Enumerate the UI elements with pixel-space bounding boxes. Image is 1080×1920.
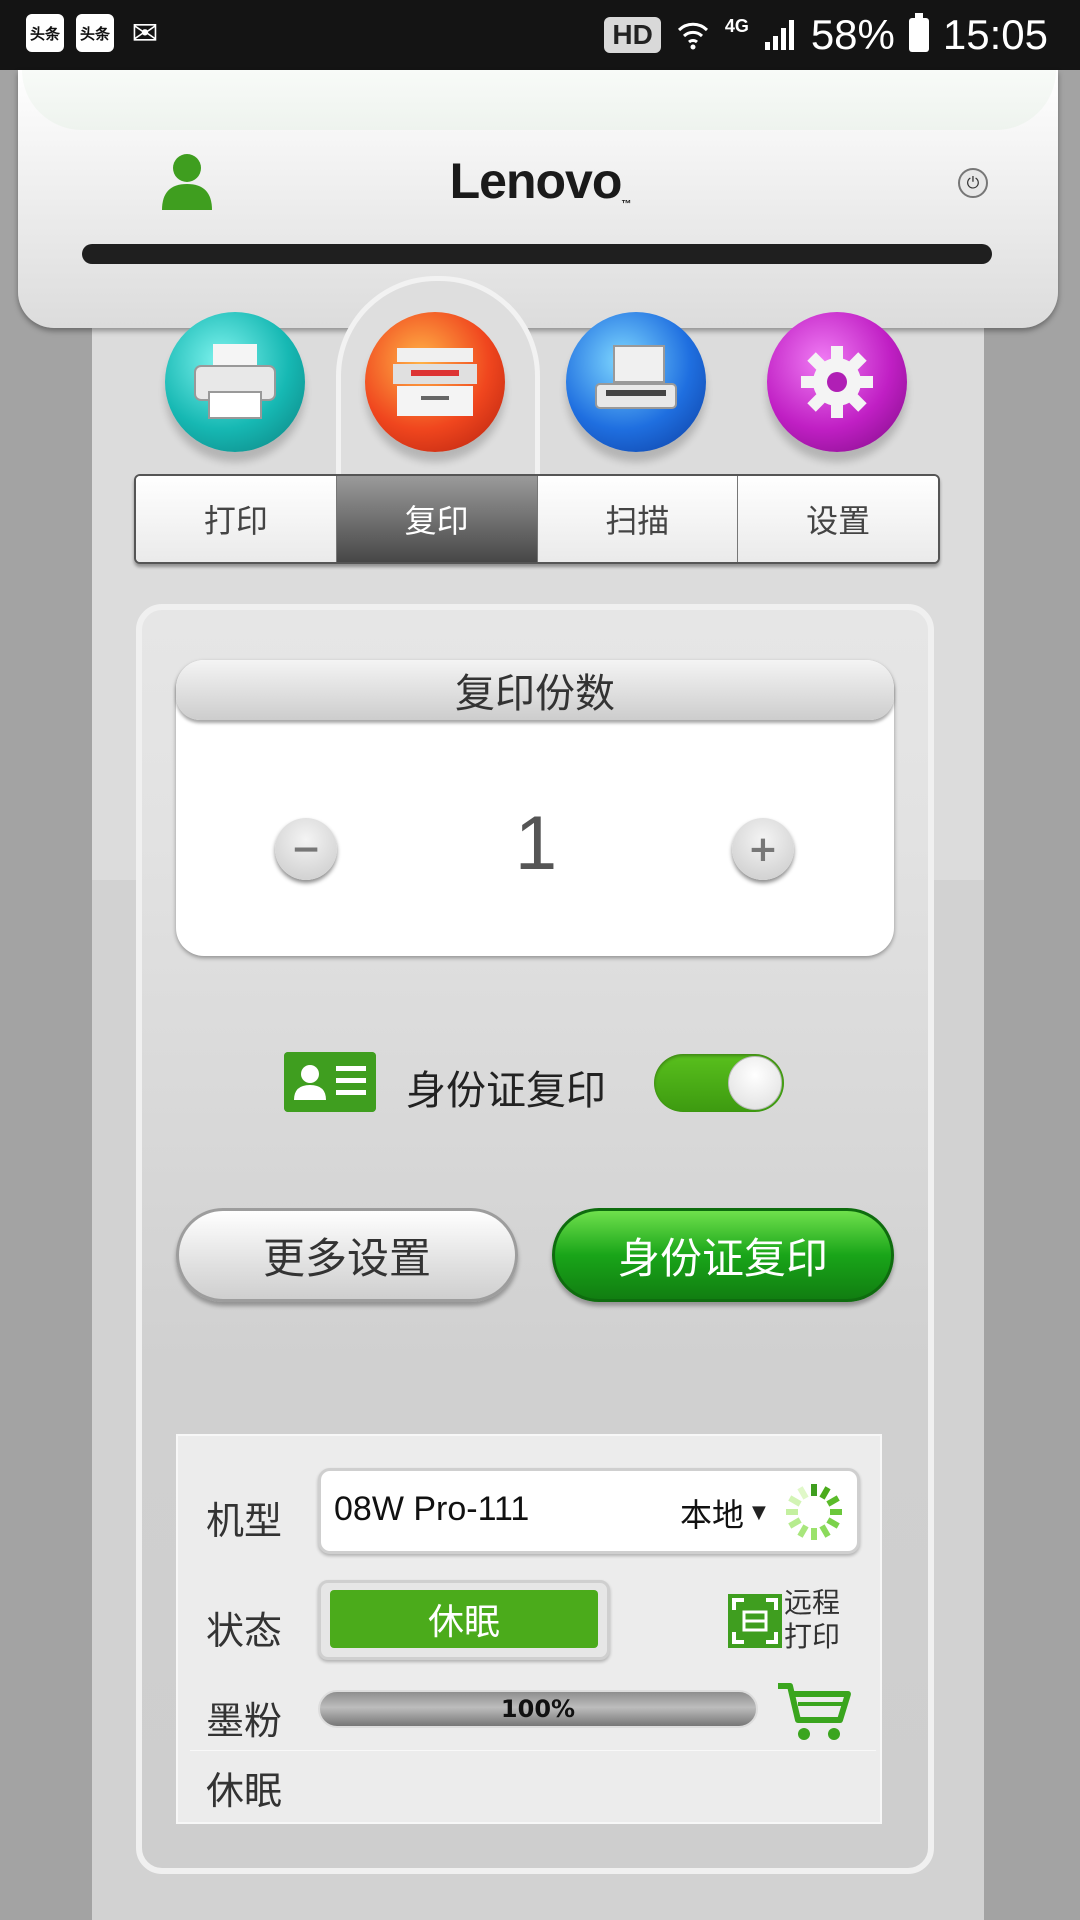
gear-icon (801, 346, 873, 418)
model-value: 08W Pro-111 (334, 1490, 530, 1528)
more-settings-button[interactable]: 更多设置 (176, 1208, 518, 1302)
copies-count: 1 (514, 801, 558, 886)
remote-print-label[interactable]: 远程打印 (784, 1586, 854, 1654)
id-card-icon (284, 1052, 376, 1112)
signal-icon (764, 20, 794, 50)
status-value: 休眠 (330, 1590, 598, 1648)
copier-icon (393, 348, 477, 416)
toner-percent: 100% (500, 1695, 576, 1723)
settings-mode-icon[interactable] (767, 312, 907, 452)
user-account-icon[interactable] (160, 150, 214, 212)
status-label: 状态 (206, 1609, 283, 1653)
printer-header-highlight (22, 70, 1056, 130)
toner-level-bar: 100% (318, 1690, 758, 1728)
shopping-cart-icon[interactable] (776, 1680, 852, 1742)
tab-scan[interactable]: 扫描 (537, 476, 739, 562)
network-type: 4G (724, 15, 749, 36)
brand-name: Lenovo (449, 153, 623, 209)
minus-icon: − (290, 828, 322, 870)
decrement-button[interactable]: − (275, 818, 337, 880)
printer-icon (194, 344, 276, 419)
scanner-icon (595, 345, 677, 409)
remote-print-icon[interactable] (728, 1594, 782, 1648)
trademark: ™ (621, 199, 631, 210)
tab-print[interactable]: 打印 (136, 476, 337, 562)
wifi-icon (677, 22, 708, 50)
scan-mode-icon[interactable] (566, 312, 706, 452)
id-copy-toggle[interactable] (654, 1054, 784, 1112)
print-mode-icon[interactable] (165, 312, 305, 452)
info-divider (190, 1750, 876, 1751)
plus-icon: + (747, 828, 779, 870)
copies-title: 复印份数 (176, 660, 894, 720)
lenovo-logo: Lenovo™ (400, 152, 680, 210)
copy-mode-icon[interactable] (365, 312, 505, 452)
tab-settings[interactable]: 设置 (738, 476, 938, 562)
model-label: 机型 (206, 1499, 283, 1543)
status-bar: 头条 头条 ✉ HD 4G 58% 15:05 (0, 0, 1080, 70)
clock: 15:05 (942, 11, 1048, 58)
toggle-knob (728, 1056, 782, 1110)
toner-label: 墨粉 (206, 1699, 283, 1743)
increment-button[interactable]: + (732, 818, 794, 880)
tab-copy[interactable]: 复印 (336, 476, 538, 562)
paper-slot (82, 244, 992, 264)
toutiao-app-icon: 头条 (26, 14, 64, 52)
hd-badge: HD (604, 17, 661, 53)
battery-percent: 58% (810, 11, 895, 58)
connection-mode[interactable]: 本地 (680, 1490, 744, 1536)
device-state-text: 休眠 (206, 1769, 283, 1813)
id-copy-label: 身份证复印 (406, 1068, 606, 1114)
dropdown-arrow-icon[interactable]: ▼ (752, 1502, 766, 1523)
power-button[interactable]: ⏻ (958, 168, 988, 198)
toutiao-app-icon-2: 头条 (76, 14, 114, 52)
refresh-spinner-icon[interactable] (784, 1482, 844, 1542)
mode-tabbar: 打印 复印 扫描 设置 (134, 474, 940, 564)
battery-icon (908, 13, 929, 52)
mail-icon: ✉ (131, 14, 159, 52)
id-copy-button[interactable]: 身份证复印 (552, 1208, 894, 1302)
